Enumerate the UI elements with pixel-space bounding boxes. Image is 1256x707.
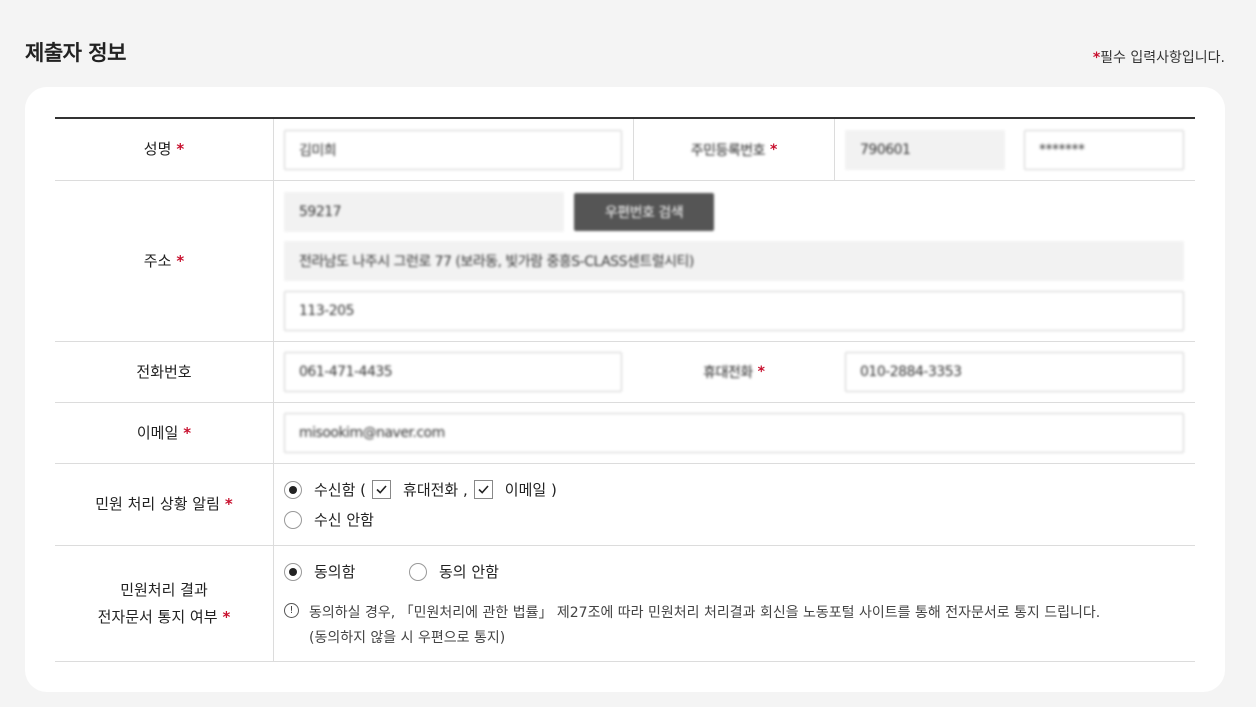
zipcode-input[interactable]: 59217	[284, 192, 564, 232]
address-main-input[interactable]: 전라남도 나주시 그런로 77 (보라동, 빛가람 중흥S-CLASS센트럴시티…	[284, 241, 1184, 281]
radio-no-receive[interactable]	[284, 510, 302, 529]
notify-no-receive-option[interactable]: 수신 안함	[284, 509, 374, 530]
divider	[834, 119, 835, 180]
edoc-agree-option[interactable]: 동의함	[284, 561, 355, 582]
required-star: *	[183, 423, 192, 442]
row-edoc: 민원처리 결과 전자문서 통지 여부 * 동의함 동의 안함 ! 동의하실 경우,…	[55, 546, 1195, 662]
edoc-notice: ! 동의하실 경우, 「민원처리에 관한 법률」 제27조에 따라 민원처리 처…	[284, 601, 1100, 651]
row-address: 주소 * 59217 우편번호 검색 전라남도 나주시 그런로 77 (보라동, …	[55, 181, 1195, 342]
name-label-cell: 성명 *	[55, 119, 274, 180]
edoc-value-cell: 동의함 동의 안함 ! 동의하실 경우, 「민원처리에 관한 법률」 제27조에…	[274, 546, 1195, 661]
phone-label: 전화번호	[136, 362, 192, 381]
check-icon	[478, 485, 489, 494]
phone-value-cell: 061-471-4435 휴대전화 * 010-2884-3353	[274, 342, 1195, 402]
page-title: 제출자 정보	[25, 41, 126, 65]
email-label: 이메일	[136, 423, 179, 442]
name-input[interactable]: 김미희	[284, 130, 622, 170]
required-star: *	[176, 251, 185, 270]
submitter-form: 성명 * 김미희 주민등록번호 * 790601 ******* 주소 * 59217…	[55, 117, 1195, 662]
id-back-input[interactable]: *******	[1024, 130, 1184, 170]
checkbox-mobile[interactable]	[372, 480, 392, 499]
check-icon	[376, 485, 387, 494]
row-name: 성명 * 김미희 주민등록번호 * 790601 *******	[55, 119, 1195, 181]
edoc-label-cell: 민원처리 결과 전자문서 통지 여부 *	[55, 546, 274, 661]
phone-input[interactable]: 061-471-4435	[284, 352, 622, 392]
phone-label-cell: 전화번호	[55, 342, 274, 402]
address-label: 주소	[143, 251, 172, 270]
required-note-text: 필수 입력사항입니다.	[1100, 50, 1225, 66]
address-value-cell: 59217 우편번호 검색 전라남도 나주시 그런로 77 (보라동, 빛가람 …	[274, 181, 1195, 341]
id-front-input[interactable]: 790601	[845, 130, 1005, 170]
row-phone: 전화번호 061-471-4435 휴대전화 * 010-2884-3353	[55, 342, 1195, 403]
edoc-label-line2-wrap: 전자문서 통지 여부 *	[97, 607, 231, 626]
edoc-label-line1: 민원처리 결과	[120, 580, 208, 599]
notify-receive-option[interactable]: 수신함 ( 휴대전화 , 이메일 )	[284, 479, 557, 500]
required-star: *	[176, 140, 185, 158]
required-note: *필수 입력사항입니다.	[1093, 47, 1225, 67]
address-label-cell: 주소 *	[55, 181, 274, 341]
row-notify: 민원 처리 상황 알림 * 수신함 ( 휴대전화 , 이메일 ) 수신 안함	[55, 464, 1195, 546]
email-value-cell: misookim@naver.com	[274, 403, 1195, 463]
edoc-notice-line2: (동의하지 않을 시 우편으로 통지)	[309, 630, 506, 646]
notify-label: 민원 처리 상황 알림	[95, 495, 220, 513]
row-email: 이메일 * misookim@naver.com	[55, 403, 1195, 464]
zipcode-search-button[interactable]: 우편번호 검색	[574, 193, 714, 231]
name-value-cell: 김미희 주민등록번호 * 790601 *******	[274, 119, 1195, 180]
name-label: 성명	[143, 140, 172, 158]
notify-label-cell: 민원 처리 상황 알림 *	[55, 464, 274, 545]
info-icon: !	[284, 603, 299, 618]
required-star: *	[224, 495, 233, 513]
radio-disagree[interactable]	[409, 562, 427, 581]
edoc-notice-line1: 동의하실 경우, 「민원처리에 관한 법률」 제27조에 따라 민원처리 처리결…	[309, 605, 1101, 621]
edoc-disagree-option[interactable]: 동의 안함	[409, 561, 499, 582]
checkbox-email[interactable]	[473, 480, 493, 499]
radio-receive[interactable]	[284, 480, 302, 499]
mobile-input[interactable]: 010-2884-3353	[845, 352, 1184, 392]
radio-agree[interactable]	[284, 562, 302, 581]
email-label-cell: 이메일 *	[55, 403, 274, 463]
notify-value-cell: 수신함 ( 휴대전화 , 이메일 ) 수신 안함	[274, 464, 1195, 545]
id-number-label: 주민등록번호 *	[690, 141, 778, 159]
address-detail-input[interactable]: 113-205	[284, 291, 1184, 331]
mobile-label: 휴대전화 *	[703, 364, 765, 381]
email-input[interactable]: misookim@naver.com	[284, 413, 1184, 453]
